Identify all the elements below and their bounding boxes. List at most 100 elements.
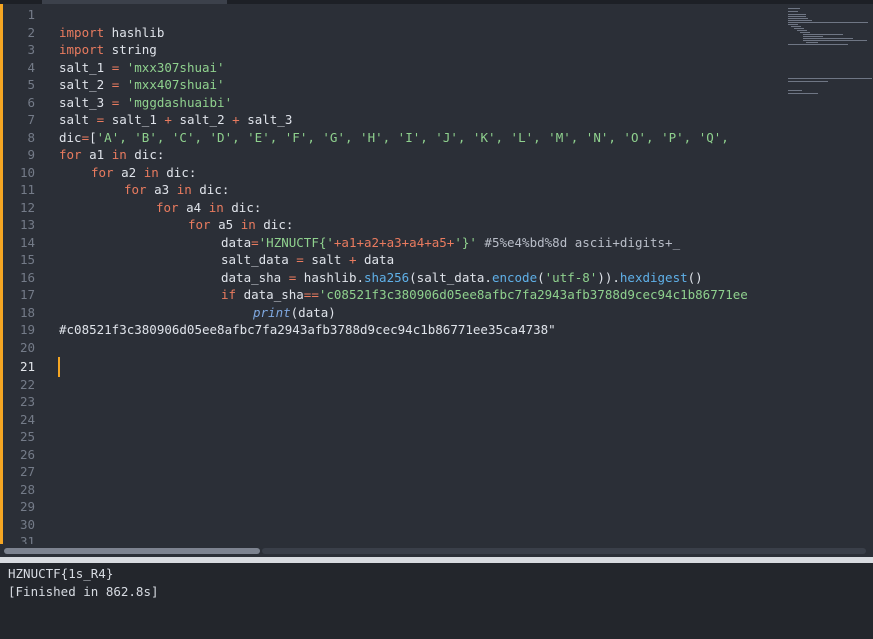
minimap-line: [788, 14, 806, 15]
line-number: 23: [19, 394, 35, 409]
minimap[interactable]: [785, 4, 873, 544]
minimap-line: [788, 90, 802, 91]
code-text: dic:: [255, 217, 294, 232]
code-line[interactable]: salt_2 = 'mxx407shuai': [59, 76, 225, 94]
operator: =: [251, 234, 259, 250]
line-number: 28: [19, 481, 35, 497]
keyword: for: [188, 217, 211, 232]
code-line[interactable]: for a2 in dic:: [91, 164, 196, 182]
line-number: 18: [19, 304, 35, 320]
line-number: 31: [19, 534, 35, 544]
minimap-line: [803, 36, 823, 37]
minimap-line: [788, 20, 812, 21]
output-panel[interactable]: HZNUCTF{1s_R4} [Finished in 862.8s]: [0, 563, 873, 639]
keyword: in: [208, 199, 224, 215]
code-text: #c08521f3c380906d05ee8afbc7fa2943afb3788…: [59, 322, 556, 337]
minimap-line: [791, 26, 801, 27]
string-literal: 'c08521f3c380906d05ee8afbc7fa2943afb3788…: [318, 287, 748, 302]
minimap-line: [788, 93, 818, 94]
minimap-line: [788, 11, 798, 12]
minimap-line: [800, 32, 810, 33]
string-literal: 'utf-8': [544, 269, 598, 285]
code-text: )).: [597, 269, 620, 285]
code-line[interactable]: salt_3 = 'mggdashuaibi': [59, 94, 232, 112]
function-name: sha256: [364, 269, 410, 285]
line-number: 11: [19, 182, 35, 197]
line-number: 17: [19, 287, 35, 302]
code-text: salt_2: [171, 112, 233, 127]
code-text: string: [104, 42, 157, 57]
keyword: in: [111, 147, 127, 162]
code-text: data_sha: [236, 287, 304, 302]
text-cursor: [58, 357, 60, 377]
code-text: dic:: [191, 182, 230, 197]
code-line[interactable]: import string: [59, 41, 157, 59]
line-number: 3: [27, 42, 35, 57]
code-text: salt_3: [59, 94, 112, 110]
line-number-gutter: 1 2 3 4 5 6 7 8 9 10 11 12 13 14 15 16 1…: [3, 4, 47, 544]
code-text: hashlib.: [296, 269, 364, 285]
keyword: in: [176, 182, 192, 197]
string-literal: '}': [454, 234, 477, 250]
keyword: import: [59, 42, 105, 57]
line-number: 10: [19, 164, 35, 180]
code-line[interactable]: for a4 in dic:: [156, 199, 261, 217]
keyword: for: [59, 147, 82, 162]
code-text: dic: [59, 129, 82, 145]
line-number: 27: [19, 464, 35, 479]
code-text: a1: [81, 147, 112, 162]
code-text: (): [687, 269, 703, 285]
minimap-line: [788, 78, 872, 79]
string-literal: 'mxx407shuai': [119, 77, 225, 92]
minimap-line: [803, 40, 867, 41]
scrollbar-track[interactable]: [262, 548, 866, 554]
code-line[interactable]: import hashlib: [59, 24, 164, 42]
string-literal: 'HZNUCTF{': [258, 234, 334, 250]
code-line[interactable]: for a1 in dic:: [59, 146, 164, 164]
code-text: a5: [210, 217, 241, 232]
line-number: 26: [19, 446, 35, 462]
scrollbar-thumb[interactable]: [4, 548, 260, 554]
line-number: 22: [19, 376, 35, 392]
code-line[interactable]: salt_data = salt + data: [221, 251, 394, 269]
keyword: in: [240, 217, 256, 232]
operator: +: [164, 112, 172, 127]
operator: =: [81, 129, 90, 145]
code-line[interactable]: print(data): [253, 304, 336, 322]
line-number: 20: [19, 339, 35, 355]
code-line[interactable]: data_sha = hashlib.sha256(salt_data.enco…: [221, 269, 703, 287]
code-text: dic:: [126, 147, 165, 162]
string-literal: 'mxx307shuai': [119, 59, 225, 75]
minimap-line: [788, 44, 848, 45]
minimap-line: [803, 34, 843, 35]
code-text: salt_2: [59, 77, 112, 92]
code-line[interactable]: #c08521f3c380906d05ee8afbc7fa2943afb3788…: [59, 321, 556, 339]
code-line[interactable]: salt = salt_1 + salt_2 + salt_3: [59, 111, 292, 129]
keyword: for: [156, 199, 179, 215]
code-text: a3: [146, 182, 177, 197]
string-literal: 'A', 'B', 'C', 'D', 'E', 'F', 'G', 'H', …: [96, 129, 729, 145]
minimap-line: [788, 18, 808, 19]
code-line[interactable]: if data_sha=='c08521f3c380906d05ee8afbc7…: [221, 286, 748, 304]
line-number: 13: [19, 217, 35, 232]
code-line[interactable]: for a3 in dic:: [124, 181, 229, 199]
line-number: 2: [27, 24, 35, 40]
code-line[interactable]: data='HZNUCTF{'+a1+a2+a3+a4+a5+'}' #5%e4…: [221, 234, 680, 252]
keyword: if: [221, 287, 237, 302]
code-text: (data): [290, 304, 336, 320]
operator: =: [296, 252, 304, 267]
keyword: in: [143, 164, 159, 180]
code-text: data: [221, 234, 252, 250]
code-line[interactable]: for a5 in dic:: [188, 216, 293, 234]
minimap-line: [794, 28, 804, 29]
minimap-line: [788, 24, 798, 25]
minimap-line: [803, 38, 853, 39]
code-line[interactable]: salt_1 = 'mxx307shuai': [59, 59, 225, 77]
code-line[interactable]: dic=['A', 'B', 'C', 'D', 'E', 'F', 'G', …: [59, 129, 729, 147]
code-text: salt: [59, 112, 97, 127]
line-number: 25: [19, 429, 35, 444]
function-name: encode: [491, 269, 538, 285]
output-line: HZNUCTF{1s_R4}: [8, 566, 114, 581]
code-editor[interactable]: import hashlib import string salt_1 = 'm…: [47, 4, 785, 544]
comment: #5%e4%bd%8d ascii+digits+_: [476, 234, 681, 250]
